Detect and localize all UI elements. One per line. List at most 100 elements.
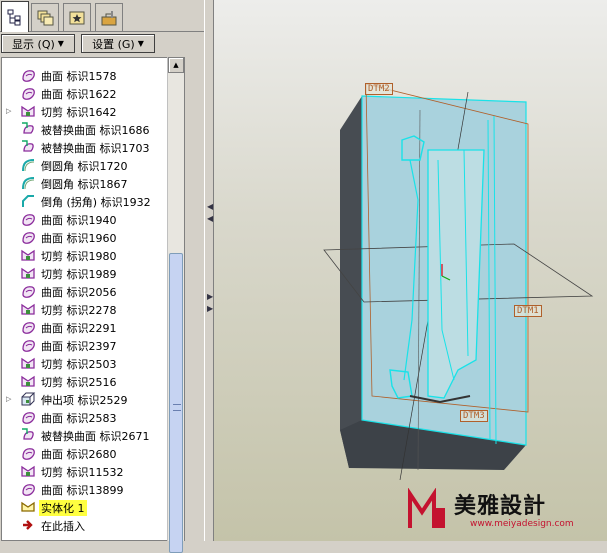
expand-right-icon[interactable]: ▶ xyxy=(207,292,213,301)
tree-item[interactable]: 曲面 标识13899 xyxy=(2,480,168,498)
tree-item[interactable]: ▷ 伸出项 标识2529 xyxy=(2,390,168,408)
tree-item-label: 倒圆角 标识1720 xyxy=(41,160,128,173)
pro-engineer-window: 显示 (Q) ▼ 设置 (G) ▼ 曲面 标识1578 曲面 标识1622 ▷ 切剪 … xyxy=(0,0,607,553)
tree-item[interactable]: 被替换曲面 标识1686 xyxy=(2,120,168,138)
navigator-panel: 显示 (Q) ▼ 设置 (G) ▼ 曲面 标识1578 曲面 标识1622 ▷ 切剪 … xyxy=(0,0,204,553)
surface-icon xyxy=(22,340,35,352)
expand-arrow-icon[interactable]: ▷ xyxy=(6,107,11,115)
model-graphics xyxy=(323,83,594,481)
model-tree[interactable]: 曲面 标识1578 曲面 标识1622 ▷ 切剪 标识1642 被替换曲面 标识1686… xyxy=(1,57,185,541)
tree-item-label: 倒圆角 标识1867 xyxy=(41,178,128,191)
chevron-down-icon: ▼ xyxy=(137,39,144,48)
tree-item-label: 曲面 标识1622 xyxy=(41,88,117,101)
round-icon xyxy=(22,159,35,172)
datum-label-dtm2[interactable]: DTM2 xyxy=(365,83,393,95)
scroll-up-button[interactable]: ▲ xyxy=(168,57,184,73)
tree-item[interactable]: 曲面 标识2583 xyxy=(2,408,168,426)
tree-item[interactable]: 曲面 标识2680 xyxy=(2,444,168,462)
tree-item[interactable]: 切剪 标识2278 xyxy=(2,300,168,318)
graphics-viewport[interactable]: DTM2 DTM1 DTM3 xyxy=(214,0,607,541)
chevron-down-icon: ▼ xyxy=(57,39,64,48)
cut-icon xyxy=(21,303,35,315)
collapse-left-icon[interactable]: ◀ xyxy=(207,202,213,211)
tree-item-label: 伸出项 标识2529 xyxy=(41,394,128,407)
grip-icon xyxy=(173,404,181,411)
tree-item[interactable]: 切剪 标识11532 xyxy=(2,462,168,480)
tools-tab[interactable] xyxy=(95,3,123,31)
model-tree-scrollbar[interactable]: ▲ xyxy=(167,57,184,553)
block-left-face xyxy=(340,96,362,468)
tree-item[interactable]: 被替换曲面 标识2671 xyxy=(2,426,168,444)
model-tree-tab[interactable] xyxy=(1,1,29,32)
solidify-icon xyxy=(21,501,35,512)
tree-item-label: 被替换曲面 标识1686 xyxy=(41,124,150,137)
tree-item[interactable]: 曲面 标识1622 xyxy=(2,84,168,102)
tree-item[interactable]: 曲面 标识1940 xyxy=(2,210,168,228)
watermark-url: www.meiyadesign.com xyxy=(470,519,574,529)
tree-item[interactable]: 切剪 标识2503 xyxy=(2,354,168,372)
surface-icon xyxy=(22,484,35,496)
tree-item[interactable]: 实体化 1 xyxy=(2,498,168,516)
cut-icon xyxy=(21,267,35,279)
surface-icon xyxy=(22,214,35,226)
expand-arrow-icon[interactable]: ▷ xyxy=(6,395,11,403)
tree-item[interactable]: 在此插入 xyxy=(2,516,168,534)
cut-icon xyxy=(21,357,35,369)
tree-item-label: 曲面 标识2397 xyxy=(41,340,117,353)
tree-item-label: 曲面 标识1960 xyxy=(41,232,117,245)
tree-item-label: 在此插入 xyxy=(41,520,85,533)
tree-item[interactable]: ▷ 切剪 标识1642 xyxy=(2,102,168,120)
tree-item-label: 切剪 标识11532 xyxy=(41,466,124,479)
round-icon xyxy=(22,177,35,190)
collapse-left-icon[interactable]: ◀ xyxy=(207,214,213,223)
tree-item-label: 切剪 标识1642 xyxy=(41,106,117,119)
settings-menu-label: 设置 (G) xyxy=(92,37,135,51)
datum-label-dtm1[interactable]: DTM1 xyxy=(514,305,542,317)
expand-right-icon[interactable]: ▶ xyxy=(207,304,213,313)
tree-item-label: 曲面 标识1940 xyxy=(41,214,117,227)
layers-tab[interactable] xyxy=(31,3,59,31)
surface-icon xyxy=(22,412,35,424)
datum-label-dtm3[interactable]: DTM3 xyxy=(460,410,488,422)
navigator-toolbar: 显示 (Q) ▼ 设置 (G) ▼ xyxy=(0,33,204,55)
tree-item[interactable]: 曲面 标识2056 xyxy=(2,282,168,300)
cavity-surface xyxy=(427,149,485,399)
chamfer-icon xyxy=(22,195,34,207)
favorites-tab[interactable] xyxy=(63,3,91,31)
toolbox-icon xyxy=(101,10,117,25)
tree-item[interactable]: 曲面 标识2291 xyxy=(2,318,168,336)
show-menu-button[interactable]: 显示 (Q) ▼ xyxy=(1,34,75,53)
tree-item[interactable]: 曲面 标识1578 xyxy=(2,66,168,84)
cut-icon xyxy=(21,105,35,117)
panel-splitter[interactable]: ◀ ◀ ▶ ▶ xyxy=(204,0,214,541)
tree-item-label: 切剪 标识2516 xyxy=(41,376,117,389)
tree-item[interactable]: 倒圆角 标识1867 xyxy=(2,174,168,192)
scroll-thumb[interactable] xyxy=(169,253,183,553)
tree-item-label: 曲面 标识2583 xyxy=(41,412,117,425)
show-menu-label: 显示 (Q) xyxy=(12,37,55,51)
tree-item-label: 切剪 标识2278 xyxy=(41,304,117,317)
cut-icon xyxy=(21,249,35,261)
tree-item[interactable]: 切剪 标识2516 xyxy=(2,372,168,390)
surface-icon xyxy=(22,286,35,298)
tree-item[interactable]: 被替换曲面 标识1703 xyxy=(2,138,168,156)
tree-item-label: 切剪 标识1989 xyxy=(41,268,117,281)
replace-surface-icon xyxy=(22,122,34,134)
tree-item-label: 曲面 标识1578 xyxy=(41,70,117,83)
tree-item-label: 曲面 标识2291 xyxy=(41,322,117,335)
surface-icon xyxy=(22,70,35,82)
tree-item-label: 切剪 标识1980 xyxy=(41,250,117,263)
tree-item[interactable]: 曲面 标识1960 xyxy=(2,228,168,246)
tree-item[interactable]: 倒圆角 标识1720 xyxy=(2,156,168,174)
favorites-icon xyxy=(69,11,85,24)
watermark-title: 美雅設計 xyxy=(454,493,547,519)
tree-item-label: 被替换曲面 标识1703 xyxy=(41,142,150,155)
tree-item[interactable]: 曲面 标识2397 xyxy=(2,336,168,354)
tree-item[interactable]: 切剪 标识1989 xyxy=(2,264,168,282)
tree-item[interactable]: 切剪 标识1980 xyxy=(2,246,168,264)
tree-item[interactable]: 倒角 (拐角) 标识1932 xyxy=(2,192,168,210)
tree-item-label: 曲面 标识13899 xyxy=(41,484,124,497)
model-tree-icon xyxy=(7,9,21,26)
cut-icon xyxy=(21,375,35,387)
settings-menu-button[interactable]: 设置 (G) ▼ xyxy=(81,34,155,53)
